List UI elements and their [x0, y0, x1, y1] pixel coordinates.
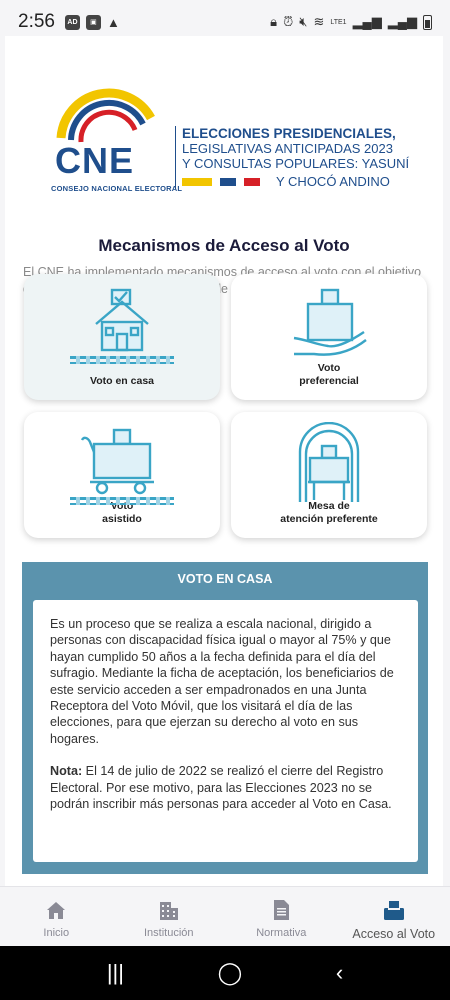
mute-icon: 🔇︎	[299, 14, 308, 29]
nav-label: Acceso al Voto	[352, 927, 436, 941]
note-label: Nota:	[50, 764, 83, 779]
note-text: El 14 de julio de 2022 se realizó el cie…	[50, 764, 392, 812]
status-time: 2:56	[18, 11, 55, 32]
home-button-icon[interactable]: ◯	[218, 960, 243, 986]
section-title: Mecanismos de Acceso al Voto	[98, 236, 350, 255]
network-label: LTE1	[330, 18, 347, 26]
signal-icon: ▂▄▆	[352, 14, 382, 29]
main-content: CNE CONSEJO NACIONAL ELECTORAL ELECCIONE…	[5, 36, 443, 886]
status-right: 🔒︎ ⏰︎ 🔇︎ ≋ LTE1 ▂▄▆ ▂▄▆	[270, 14, 432, 30]
card-voto-en-casa[interactable]: Voto en casa	[24, 274, 220, 400]
cne-subtitle: CONSEJO NACIONAL ELECTORAL	[51, 184, 183, 193]
ballot-box-icon	[383, 901, 404, 920]
flag-bar-yellow	[182, 177, 212, 186]
info-title: VOTO EN CASA	[177, 572, 273, 586]
nav-item-acceso-al-voto[interactable]: Acceso al Voto	[338, 887, 450, 946]
nav-label: Institución	[143, 927, 194, 939]
elections-line-2: LEGISLATIVAS ANTICIPADAS 2023	[182, 141, 393, 156]
wifi-icon: ≋	[313, 14, 325, 29]
booth-ballot-icon	[298, 422, 360, 502]
nav-label: Normativa	[256, 927, 307, 939]
info-box[interactable]: Es un proceso que se realiza a escala na…	[33, 600, 418, 862]
document-icon	[274, 900, 290, 920]
flag-bar-blue	[220, 177, 236, 186]
nav-item-normativa[interactable]: Normativa	[225, 887, 338, 946]
elections-line-1: ELECCIONES PRESIDENCIALES,	[182, 126, 396, 141]
elections-line-3: Y CONSULTAS POPULARES: YASUNÍ	[182, 156, 410, 171]
cne-logo: CNE CONSEJO NACIONAL ELECTORAL ELECCIONE…	[51, 78, 415, 196]
elections-line-4: Y CHOCÓ ANDINO	[276, 174, 390, 189]
system-nav-bar: ||| ◯ ‹	[0, 946, 450, 1000]
app-notification-icon: AD	[64, 14, 80, 30]
home-icon	[47, 902, 66, 919]
bottom-nav: Inicio Institución Normativa Acceso al V…	[0, 886, 450, 946]
nav-item-inicio[interactable]: Inicio	[0, 887, 113, 946]
flag-bars: Y CHOCÓ ANDINO	[182, 174, 415, 189]
hand-ballot-icon	[293, 288, 367, 356]
nav-item-institucion[interactable]: Institución	[113, 887, 226, 946]
house-ballot-icon	[70, 288, 174, 364]
alarm-icon: ⏰︎	[283, 14, 294, 29]
recent-apps-icon[interactable]: |||	[107, 960, 124, 986]
cne-acronym: CNE	[55, 140, 135, 181]
card-voto-asistido[interactable]: Voto asistido	[24, 412, 220, 538]
app-notification-icon-2: ▣	[85, 14, 101, 30]
battery-icon	[423, 14, 432, 30]
card-voto-preferencial[interactable]: Voto preferencial	[231, 274, 427, 400]
card-mesa-atencion-preferente[interactable]: Mesa de atención preferente	[231, 412, 427, 538]
elections-banner: ELECCIONES PRESIDENCIALES, LEGISLATIVAS …	[175, 126, 415, 189]
info-note: Nota: El 14 de julio de 2022 se realizó …	[50, 763, 402, 812]
cne-arc-icon	[56, 88, 155, 143]
signal-icon-2: ▂▄▆	[387, 14, 417, 29]
info-paragraph: Es un proceso que se realiza a escala na…	[50, 617, 394, 746]
building-icon	[159, 902, 178, 920]
nav-label: Inicio	[43, 927, 70, 939]
back-icon[interactable]: ‹	[336, 960, 343, 986]
info-panel: VOTO EN CASA Es un proceso que se realiz…	[22, 562, 428, 874]
warning-icon: ▲	[106, 14, 120, 30]
card-label: Voto en casa	[90, 375, 154, 387]
lock-icon: 🔒︎	[270, 14, 278, 29]
flag-bar-red	[244, 177, 260, 186]
cart-ballot-icon	[70, 428, 174, 505]
